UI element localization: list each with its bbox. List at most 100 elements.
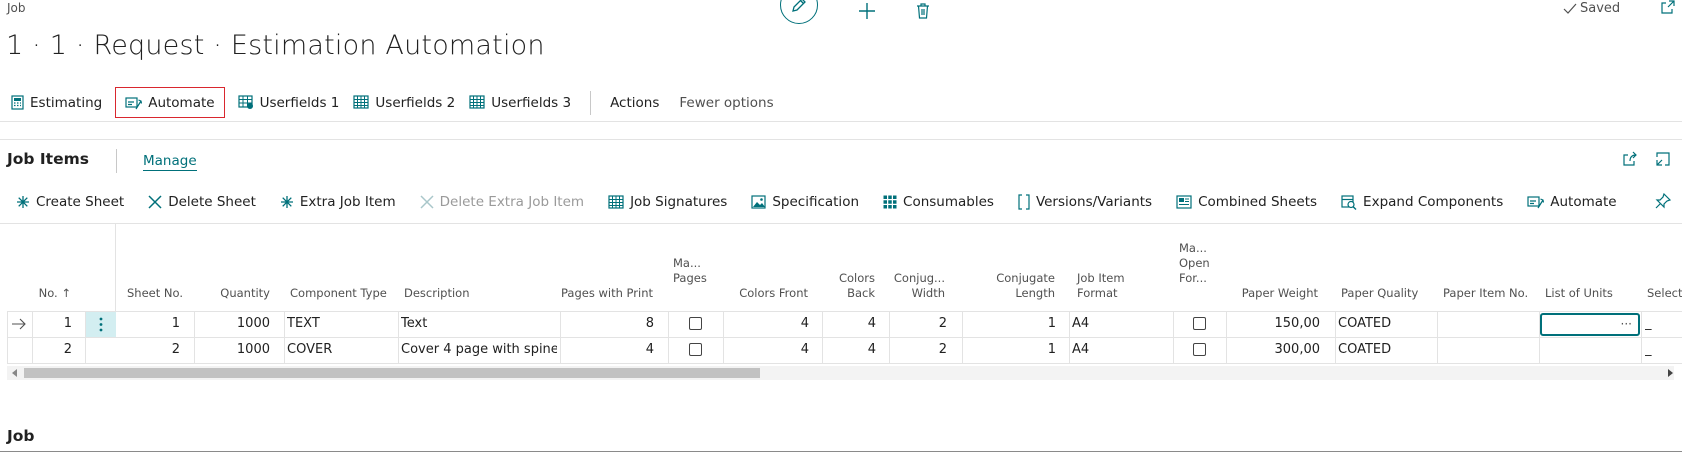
cell-selected[interactable]: _ xyxy=(1645,311,1682,337)
pin-button[interactable] xyxy=(1655,193,1671,209)
checkbox-ma-open-for[interactable] xyxy=(1193,343,1206,356)
cell-pages-with-print[interactable]: 4 xyxy=(560,337,654,363)
open-new-window-button[interactable] xyxy=(1660,0,1676,15)
expand-button[interactable] xyxy=(1655,151,1671,167)
checkbox-ma-pages[interactable] xyxy=(689,343,702,356)
cell-paper-weight[interactable]: 150,00 xyxy=(1226,311,1321,337)
userfields-icon xyxy=(469,95,485,109)
automate-action[interactable]: Automate xyxy=(115,87,225,118)
column-header-ma-open-for[interactable]: Ma... Open For... xyxy=(1179,241,1219,286)
column-header-list-of-units[interactable]: List of Units xyxy=(1545,286,1627,301)
cell-list-of-units[interactable] xyxy=(1542,337,1638,363)
column-header-ma-pages[interactable]: Ma... Pages xyxy=(673,256,707,286)
cell-quantity[interactable]: 1000 xyxy=(194,337,270,363)
column-header-no[interactable]: No. ↑ xyxy=(20,286,71,301)
cell-paper-item-no[interactable] xyxy=(1440,337,1536,363)
cell-component-type[interactable]: COVER xyxy=(287,337,395,363)
automate-lines-button[interactable]: Automate xyxy=(1527,194,1617,210)
edit-button[interactable] xyxy=(780,0,818,24)
tab-manage[interactable]: Manage xyxy=(143,153,197,171)
more-vertical-icon xyxy=(99,317,103,332)
cell-conjugate-width[interactable]: 2 xyxy=(889,337,947,363)
cell-sheet-no[interactable]: 2 xyxy=(116,337,180,363)
page-header-actions xyxy=(780,0,932,24)
column-header-quantity[interactable]: Quantity xyxy=(200,286,270,301)
column-header-paper-quality[interactable]: Paper Quality xyxy=(1341,286,1435,301)
column-header-conjugate-width[interactable]: Conjug... Width xyxy=(893,271,945,301)
grid-col-line xyxy=(1069,311,1070,363)
delete-sheet-button[interactable]: Delete Sheet xyxy=(148,194,256,210)
scroll-right-icon[interactable] xyxy=(1667,369,1673,377)
consumables-button[interactable]: Consumables xyxy=(883,194,994,210)
actions-menu[interactable]: Actions xyxy=(603,87,666,118)
checkmark-icon xyxy=(1563,3,1577,14)
lookup-button[interactable]: ··· xyxy=(1621,315,1632,334)
estimating-action[interactable]: Estimating xyxy=(4,87,109,118)
cell-no[interactable]: 2 xyxy=(32,337,72,363)
grid-col-line xyxy=(1641,311,1642,363)
consumables-label: Consumables xyxy=(903,194,994,210)
cell-paper-weight[interactable]: 300,00 xyxy=(1226,337,1321,363)
column-header-colors-front[interactable]: Colors Front xyxy=(730,286,808,301)
cell-paper-quality[interactable]: COATED xyxy=(1338,311,1434,337)
cell-paper-item-no[interactable] xyxy=(1440,311,1536,337)
cell-no[interactable]: 1 xyxy=(32,311,72,337)
cell-colors-front[interactable]: 4 xyxy=(723,311,809,337)
share-button[interactable] xyxy=(1622,151,1638,167)
checkbox-ma-pages[interactable] xyxy=(689,317,702,330)
grid-col-line xyxy=(284,311,285,363)
userfields-3-action[interactable]: Userfields 3 xyxy=(462,87,578,118)
column-header-description[interactable]: Description xyxy=(404,286,524,301)
specification-button[interactable]: Specification xyxy=(751,194,859,210)
cell-component-type[interactable]: TEXT xyxy=(287,311,395,337)
column-header-job-item-format[interactable]: Job Item Format xyxy=(1077,271,1137,301)
extra-job-item-button[interactable]: Extra Job Item xyxy=(280,194,396,210)
delete-button[interactable] xyxy=(914,1,932,21)
cell-colors-back[interactable]: 4 xyxy=(822,337,876,363)
column-header-paper-item-no[interactable]: Paper Item No. xyxy=(1443,286,1539,301)
column-header-selected[interactable]: Selecte xyxy=(1647,286,1682,301)
delete-extra-job-item-button[interactable]: Delete Extra Job Item xyxy=(420,194,584,210)
cell-paper-quality[interactable]: COATED xyxy=(1338,337,1434,363)
cell-job-item-format[interactable]: A4 xyxy=(1072,311,1170,337)
create-icon xyxy=(17,196,29,208)
job-signatures-button[interactable]: Job Signatures xyxy=(608,194,727,210)
column-header-colors-back[interactable]: Colors Back xyxy=(825,271,875,301)
checkbox-ma-open-for[interactable] xyxy=(1193,317,1206,330)
cell-selected[interactable]: _ xyxy=(1645,337,1682,363)
expand-components-button[interactable]: Expand Components xyxy=(1341,194,1503,210)
column-header-pages-with-print[interactable]: Pages with Print xyxy=(555,286,653,301)
scroll-left-icon[interactable] xyxy=(12,369,18,377)
pin-icon xyxy=(1655,193,1671,209)
userfields-1-action[interactable]: Userfields 1 xyxy=(231,87,347,118)
cell-job-item-format[interactable]: A4 xyxy=(1072,337,1170,363)
combined-sheets-button[interactable]: Combined Sheets xyxy=(1176,194,1317,210)
cell-colors-back[interactable]: 4 xyxy=(822,311,876,337)
cell-colors-front[interactable]: 4 xyxy=(723,337,809,363)
cell-conjugate-length[interactable]: 1 xyxy=(962,337,1056,363)
cell-description[interactable]: Cover 4 page with spine xyxy=(401,337,557,363)
cell-sheet-no[interactable]: 1 xyxy=(116,311,180,337)
userfields-2-action[interactable]: Userfields 2 xyxy=(346,87,462,118)
versions-variants-label: Versions/Variants xyxy=(1035,194,1153,210)
cell-description[interactable]: Text xyxy=(401,311,557,337)
cell-pages-with-print[interactable]: 8 xyxy=(560,311,654,337)
list-of-units-input[interactable]: ··· xyxy=(1540,313,1640,336)
cell-conjugate-width[interactable]: 2 xyxy=(889,311,947,337)
create-sheet-button[interactable]: Create Sheet xyxy=(16,194,124,210)
versions-variants-button[interactable]: Versions/Variants xyxy=(1018,194,1152,210)
column-header-paper-weight[interactable]: Paper Weight xyxy=(1232,286,1318,301)
grid-col-line xyxy=(398,311,399,363)
row-action-menu-button[interactable] xyxy=(86,312,116,337)
new-button[interactable] xyxy=(857,1,877,21)
job-section-divider xyxy=(0,451,1682,452)
delete-x-icon xyxy=(148,195,162,209)
cell-quantity[interactable]: 1000 xyxy=(194,311,270,337)
signatures-icon xyxy=(608,194,624,209)
column-header-conjugate-length[interactable]: Conjugate Length xyxy=(985,271,1055,301)
column-header-component-type[interactable]: Component Type xyxy=(290,286,390,301)
column-header-sheet-no[interactable]: Sheet No. xyxy=(127,286,187,301)
fewer-options-button[interactable]: Fewer options xyxy=(672,87,780,118)
cell-conjugate-length[interactable]: 1 xyxy=(962,311,1056,337)
scrollbar-thumb[interactable] xyxy=(24,368,760,378)
